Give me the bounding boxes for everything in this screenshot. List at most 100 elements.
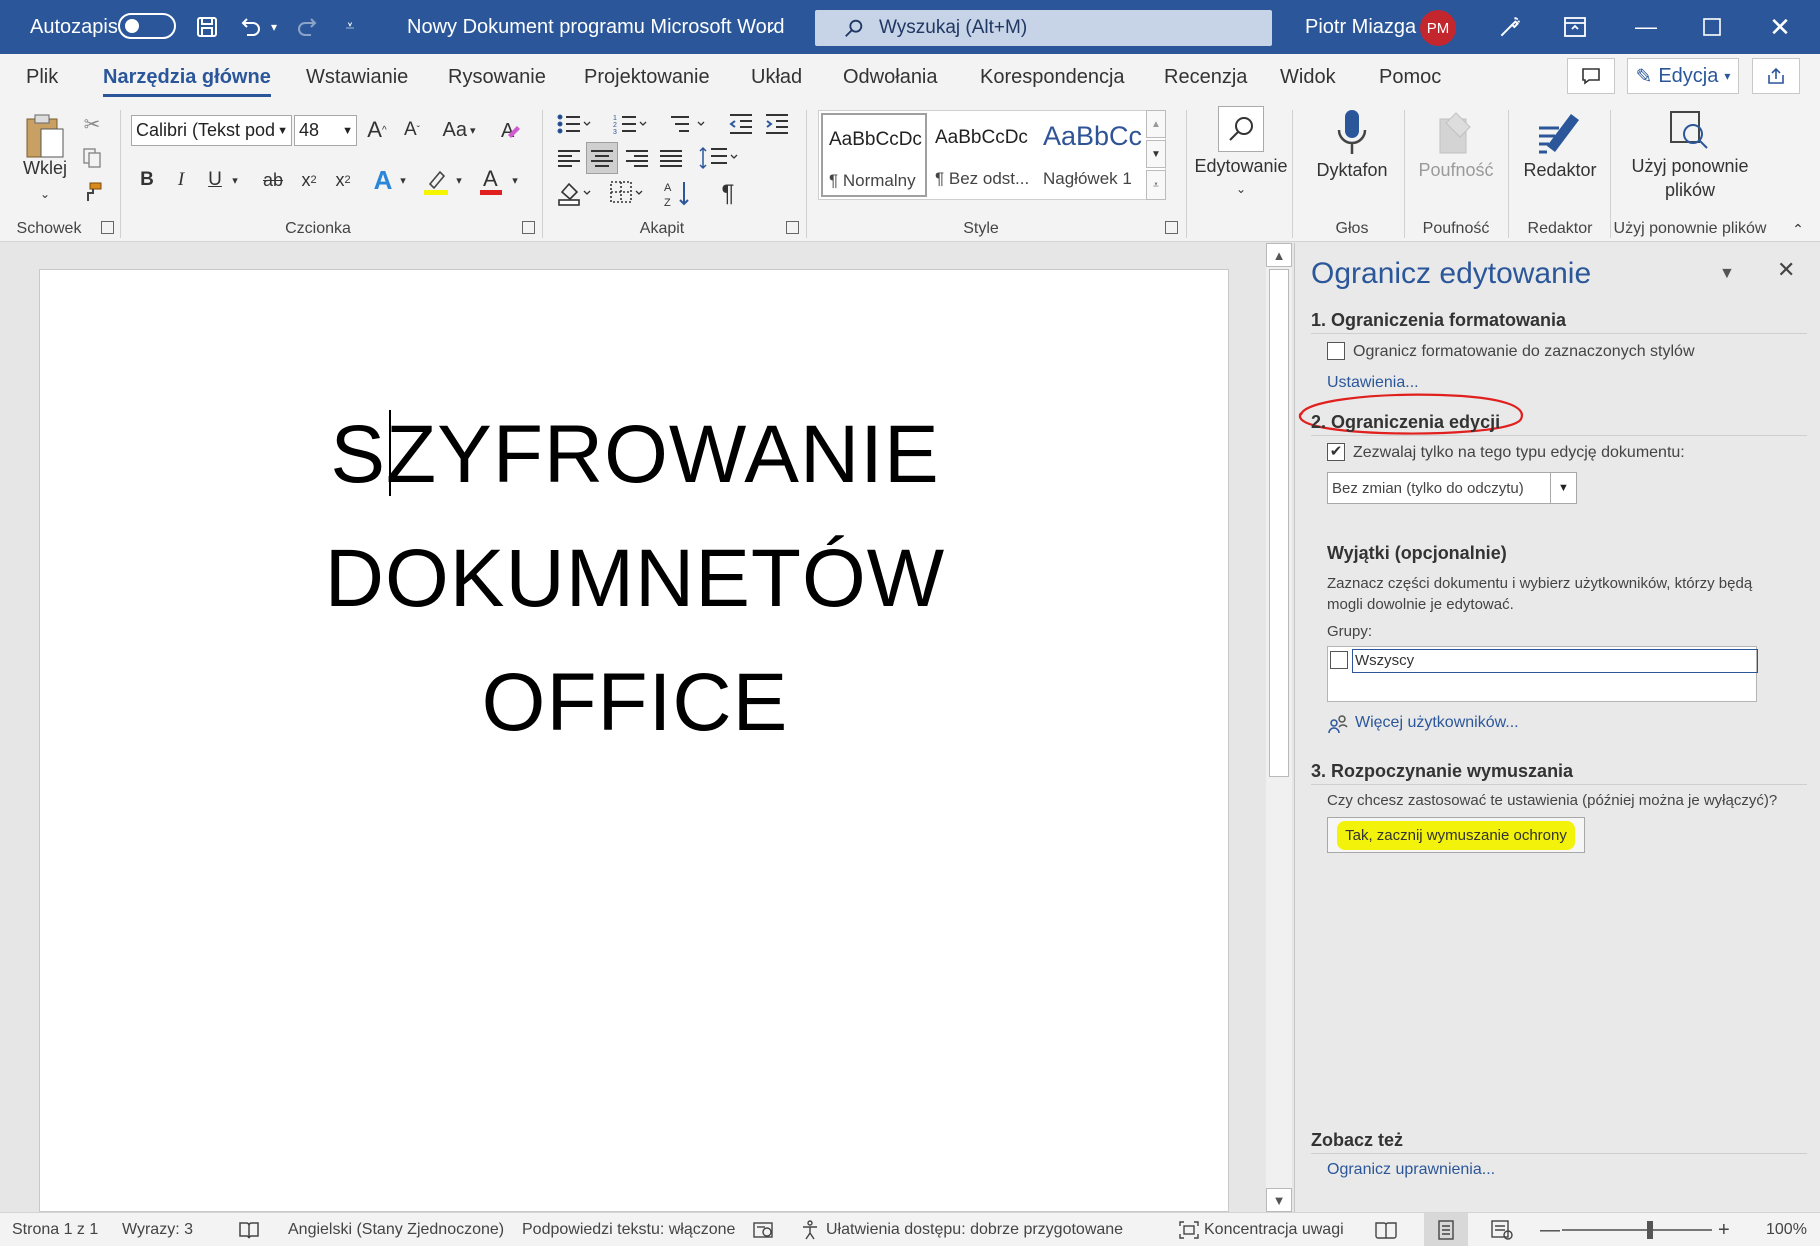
clear-formatting-icon[interactable]: A: [496, 115, 526, 145]
sort-icon[interactable]: AZ: [662, 178, 696, 210]
styles-scroll-up-icon[interactable]: ▲: [1146, 110, 1166, 138]
focus-mode-label[interactable]: Koncentracja uwagi: [1204, 1213, 1344, 1246]
bullets-icon[interactable]: [554, 110, 594, 138]
shrink-font-icon[interactable]: Aˇ: [397, 115, 427, 145]
increase-indent-icon[interactable]: [762, 110, 792, 138]
paste-icon[interactable]: [22, 110, 68, 164]
font-color-icon[interactable]: A: [476, 164, 506, 198]
superscript-icon[interactable]: x2: [330, 166, 356, 194]
editor-label[interactable]: Redaktor: [1512, 160, 1608, 181]
restrict-permission-link[interactable]: Ogranicz uprawnienia...: [1327, 1161, 1495, 1179]
styles-more-icon[interactable]: ⩡: [1146, 170, 1166, 200]
dictate-label[interactable]: Dyktafon: [1298, 160, 1406, 181]
numbering-icon[interactable]: 123: [610, 110, 650, 138]
tab-insert[interactable]: Wstawianie: [306, 66, 408, 89]
grow-font-icon[interactable]: A ^: [362, 115, 392, 145]
tab-design[interactable]: Projektowanie: [584, 66, 710, 89]
multilevel-list-icon[interactable]: [666, 110, 710, 138]
justify-icon[interactable]: [656, 144, 686, 172]
tab-view[interactable]: Widok: [1280, 66, 1336, 89]
editing-mode-button[interactable]: ✎ Edycja ▾: [1627, 58, 1739, 94]
font-launcher-icon[interactable]: [522, 221, 535, 234]
more-users-link[interactable]: Więcej użytkowników...: [1355, 714, 1519, 732]
focus-icon[interactable]: [1178, 1213, 1200, 1246]
group-everyone-checkbox[interactable]: [1330, 651, 1348, 669]
italic-icon[interactable]: I: [168, 166, 194, 194]
align-center-icon[interactable]: [586, 142, 618, 174]
cut-icon[interactable]: ✂: [78, 110, 106, 138]
page-count[interactable]: Strona 1 z 1: [12, 1213, 98, 1246]
show-formatting-marks-icon[interactable]: ¶: [714, 178, 742, 210]
tab-layout[interactable]: Układ: [751, 66, 802, 89]
avatar[interactable]: PM: [1420, 10, 1456, 46]
reuse-label-line1[interactable]: Użyj ponownie: [1612, 156, 1768, 177]
underline-dropdown-icon[interactable]: ▾: [228, 166, 242, 194]
style-normal[interactable]: AaBbCcDc ¶ Normalny: [821, 113, 927, 197]
sensitivity-label[interactable]: Poufność: [1408, 160, 1504, 181]
group-everyone-label[interactable]: Wszyscy: [1352, 649, 1758, 673]
tab-help[interactable]: Pomoc: [1379, 66, 1441, 89]
borders-icon[interactable]: [606, 178, 650, 208]
tab-mailings[interactable]: Korespondencja: [980, 66, 1125, 89]
text-effects-dropdown-icon[interactable]: ▾: [396, 166, 410, 194]
underline-icon[interactable]: U: [202, 166, 228, 194]
collapse-ribbon-icon[interactable]: ⌃: [1788, 220, 1808, 238]
share-button[interactable]: [1752, 58, 1800, 94]
zoom-level[interactable]: 100%: [1766, 1213, 1807, 1246]
autosave-toggle[interactable]: [118, 13, 176, 39]
document-line-1[interactable]: SZYFROWANIE: [40, 408, 1230, 502]
decrease-indent-icon[interactable]: [726, 110, 756, 138]
tab-file[interactable]: Plik: [26, 66, 58, 89]
zoom-in-icon[interactable]: +: [1718, 1213, 1730, 1246]
styles-scroll-down-icon[interactable]: ▼: [1146, 140, 1166, 168]
chevron-down-icon[interactable]: ⌄: [759, 0, 783, 54]
document-title[interactable]: Nowy Dokument programu Microsoft Word: [407, 0, 785, 54]
start-enforcing-button[interactable]: Tak, zacznij wymuszanie ochrony: [1327, 817, 1585, 853]
restrict-formatting-checkbox[interactable]: [1327, 342, 1345, 360]
scroll-up-icon[interactable]: ▲: [1266, 243, 1292, 267]
paragraph-launcher-icon[interactable]: [786, 221, 799, 234]
change-case-button[interactable]: Aa ▾: [436, 115, 482, 145]
shading-icon[interactable]: [554, 178, 598, 208]
pane-close-icon[interactable]: ✕: [1777, 257, 1795, 283]
paste-dropdown-icon[interactable]: ⌄: [30, 184, 60, 204]
proofing-icon[interactable]: [238, 1213, 260, 1246]
reuse-files-icon[interactable]: [1665, 106, 1713, 154]
highlight-dropdown-icon[interactable]: ▾: [452, 166, 466, 194]
ribbon-display-options-icon[interactable]: [1554, 0, 1596, 54]
print-layout-icon[interactable]: [1424, 1213, 1468, 1246]
copy-icon[interactable]: [78, 144, 106, 172]
allow-editing-checkbox[interactable]: ✔: [1327, 443, 1345, 461]
vertical-scrollbar[interactable]: ▲ ▼: [1266, 243, 1292, 1212]
undo-dropdown-icon[interactable]: ▾: [266, 0, 282, 54]
close-icon[interactable]: ✕: [1754, 0, 1806, 54]
strikethrough-icon[interactable]: ab: [258, 166, 288, 194]
style-heading-1[interactable]: AaBbCc Nagłówek 1: [1037, 113, 1161, 197]
macro-recording-icon[interactable]: [752, 1213, 776, 1246]
zoom-slider-thumb[interactable]: [1647, 1221, 1654, 1239]
redo-icon[interactable]: [290, 0, 324, 54]
web-layout-icon[interactable]: [1490, 1213, 1514, 1246]
scroll-down-icon[interactable]: ▼: [1266, 1188, 1292, 1212]
maximize-icon[interactable]: [1686, 0, 1738, 54]
highlight-icon[interactable]: [420, 164, 452, 198]
document-page[interactable]: SZYFROWANIE DOKUMNETÓW OFFICE: [39, 269, 1229, 1212]
accessibility-icon[interactable]: [800, 1213, 822, 1246]
find-icon[interactable]: [1218, 106, 1264, 152]
line-spacing-icon[interactable]: [696, 144, 742, 172]
read-mode-icon[interactable]: [1374, 1213, 1398, 1246]
document-line-3[interactable]: OFFICE: [40, 656, 1230, 750]
tab-review[interactable]: Recenzja: [1164, 66, 1247, 89]
clipboard-launcher-icon[interactable]: [101, 221, 114, 234]
pane-options-icon[interactable]: ▼: [1719, 265, 1735, 283]
paste-label[interactable]: Wklej: [22, 158, 68, 179]
editing-label[interactable]: Edytowanie: [1190, 156, 1292, 177]
language-status[interactable]: Angielski (Stany Zjednoczone): [288, 1213, 504, 1246]
style-no-spacing[interactable]: AaBbCcDc ¶ Bez odst...: [929, 113, 1035, 197]
styles-launcher-icon[interactable]: [1165, 221, 1178, 234]
tab-references[interactable]: Odwołania: [843, 66, 938, 89]
editor-icon[interactable]: [1534, 106, 1586, 160]
word-count[interactable]: Wyrazy: 3: [122, 1213, 193, 1246]
zoom-out-icon[interactable]: —: [1540, 1213, 1560, 1246]
scrollbar-thumb[interactable]: [1269, 269, 1289, 777]
